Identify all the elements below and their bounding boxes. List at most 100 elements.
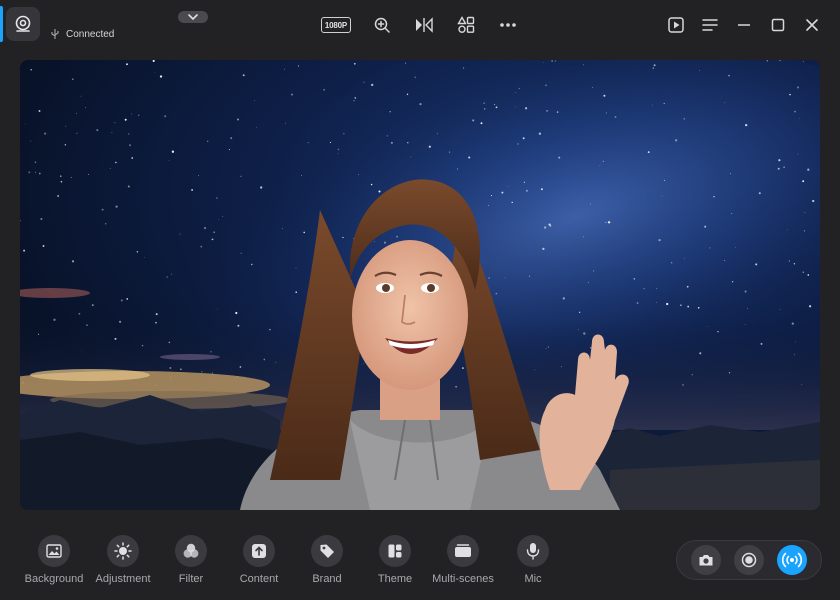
star [651,104,653,106]
upload-icon [252,544,266,558]
zoom-in-icon [374,17,390,33]
star [515,106,516,108]
snapshot-button[interactable] [691,545,722,575]
mic-button[interactable]: Mic [491,535,575,595]
star [242,74,245,77]
feature-toolbar: Background Adjustment Filter Content Bra… [0,520,840,600]
chevron-down-icon [188,14,198,20]
star [38,172,41,175]
usb-icon [51,29,59,39]
star [191,188,194,191]
webcam-logo-button[interactable] [6,7,40,41]
star [105,223,107,225]
star [171,150,175,153]
star [495,292,498,295]
star [207,140,209,142]
star [551,60,553,62]
mic-icon [526,543,540,560]
webcam-icon [15,15,31,32]
star [155,313,158,316]
star [217,308,218,310]
zoom-button[interactable] [370,13,394,37]
star [20,220,21,222]
star [663,179,665,181]
star [674,139,678,142]
star [666,302,669,306]
star [65,125,67,127]
star [518,87,520,90]
more-dots-icon [500,23,516,27]
star [216,197,218,199]
content-circle [243,535,275,567]
star [370,183,373,186]
close-button[interactable] [800,13,824,37]
star [522,137,525,140]
star [337,148,340,151]
star [483,108,486,110]
resolution-button[interactable]: 1080P [320,13,352,37]
star [802,180,805,183]
star [686,285,689,288]
adjustment-circle [107,535,139,567]
star [545,84,547,87]
star [143,257,145,258]
maximize-icon [771,18,785,32]
star [724,102,726,103]
title-bar: Connected 1080P [0,0,840,52]
star [43,132,47,135]
star [256,127,257,129]
go-live-button[interactable] [776,545,807,575]
star [549,225,552,227]
capture-controls [676,540,822,580]
star [115,205,118,208]
star [709,247,711,249]
star [799,118,801,120]
camera-icon [699,555,713,566]
star [410,156,412,158]
tag-icon [320,544,334,558]
camera-preview[interactable] [20,60,820,510]
star [524,107,528,110]
star [633,278,636,280]
star [329,141,332,143]
star [386,135,388,137]
star [483,102,485,104]
star [592,87,593,88]
minimize-button[interactable] [732,13,756,37]
theme-circle [379,535,411,567]
star [40,217,43,221]
star [656,288,658,289]
maximize-button[interactable] [766,13,790,37]
device-dropdown[interactable] [178,11,208,23]
star [558,156,561,159]
star [713,196,715,198]
star [656,302,658,304]
star [543,62,544,63]
star [30,69,32,71]
star [291,93,293,96]
star [614,116,617,118]
media-library-button[interactable] [664,13,688,37]
theme-label: Theme [377,573,413,585]
star [684,257,686,259]
brand-label: Brand [312,573,342,585]
star [507,186,509,188]
star [34,161,37,164]
star [120,299,123,302]
star [284,68,285,70]
mirror-button[interactable] [412,13,436,37]
star [490,195,493,197]
star [515,92,517,94]
star [599,165,601,166]
star [91,304,94,307]
star [488,277,490,279]
record-button[interactable] [733,545,764,575]
star [511,201,513,204]
more-button[interactable] [496,13,520,37]
menu-button[interactable] [698,13,722,37]
star [562,297,565,300]
star [406,93,409,96]
star [670,261,673,264]
widgets-button[interactable] [454,13,478,37]
star [78,312,81,315]
